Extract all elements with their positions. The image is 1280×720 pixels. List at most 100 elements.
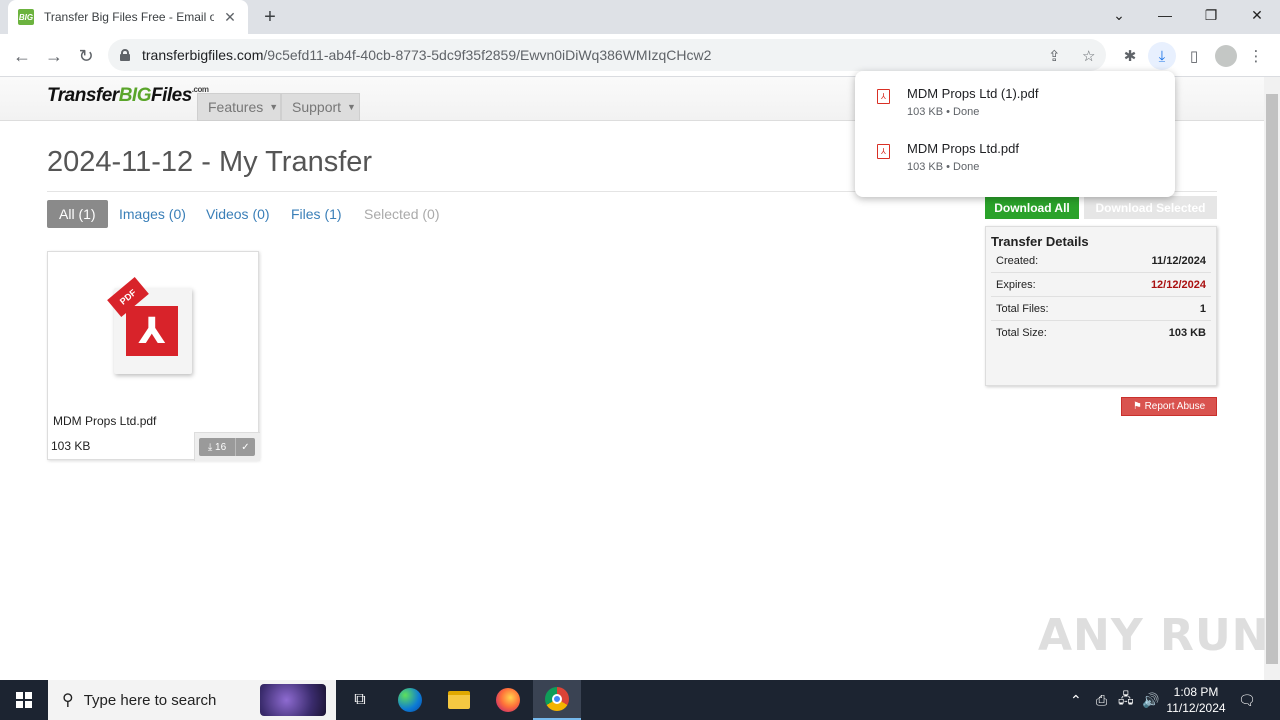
detail-label: Total Size:	[996, 327, 1047, 339]
windows-logo-icon	[16, 692, 32, 708]
site-favicon-icon: BIG	[18, 9, 34, 25]
pdf-icon: ⅄	[877, 89, 890, 104]
logo-text-big: BIG	[118, 85, 152, 106]
transfer-details-title: Transfer Details	[991, 234, 1089, 249]
filter-selected[interactable]: Selected (0)	[352, 200, 451, 228]
start-button[interactable]	[0, 680, 48, 720]
edge-logo	[398, 688, 422, 712]
pdf-file-icon: ⅄ PDF	[107, 277, 192, 374]
filter-files[interactable]: Files (1)	[279, 200, 354, 228]
download-status: 103 KB • Done	[907, 161, 980, 173]
chrome-icon[interactable]	[533, 680, 581, 720]
filter-videos[interactable]: Videos (0)	[194, 200, 282, 228]
nav-features-label: Features	[208, 99, 264, 115]
taskbar-clock[interactable]: 1:08 PM 11/12/2024	[1160, 684, 1232, 716]
share-icon[interactable]: ⇪	[1048, 47, 1061, 65]
download-all-button[interactable]: Download All	[985, 196, 1079, 219]
downloads-bubble: ⅄ MDM Props Ltd (1).pdf 103 KB • Done ⅄ …	[855, 71, 1175, 197]
device-icon[interactable]: ⎙	[1096, 680, 1107, 720]
report-abuse-button[interactable]: ⚑ Report Abuse	[1121, 397, 1217, 416]
back-button[interactable]: ←	[8, 42, 36, 70]
download-count: 16	[215, 441, 227, 453]
nav-features[interactable]: Features ▼	[197, 93, 281, 121]
detail-label: Expires:	[996, 278, 1036, 291]
detail-label: Total Files:	[996, 302, 1049, 315]
report-abuse-label: Report Abuse	[1144, 401, 1206, 412]
detail-row-total-size: Total Size: 103 KB	[991, 321, 1211, 345]
task-view-glyph: ⧉	[354, 691, 366, 708]
url-path: /9c5efd11-ab4f-40cb-8773-5dc9f35f2859/Ew…	[263, 47, 712, 63]
detail-value: 1	[1199, 302, 1206, 315]
profile-avatar-icon[interactable]	[1215, 45, 1237, 67]
url-host: transferbigfiles.com	[142, 47, 264, 63]
logo-text-transfer: Transfer	[47, 85, 119, 106]
download-item[interactable]: ⅄ MDM Props Ltd.pdf 103 KB • Done	[855, 131, 1175, 181]
browser-tab-strip: BIG Transfer Big Files Free - Email or ✕…	[0, 0, 1280, 34]
edge-icon[interactable]	[386, 680, 434, 720]
task-view-icon[interactable]: ⧉	[336, 680, 384, 720]
file-download-button[interactable]: ⤓ 16	[199, 438, 235, 456]
filter-all[interactable]: All (1)	[47, 200, 108, 228]
search-placeholder: Type here to search	[83, 691, 217, 709]
caret-down-icon: ▼	[347, 102, 356, 112]
browser-tab[interactable]: BIG Transfer Big Files Free - Email or ✕	[8, 0, 248, 34]
filter-images[interactable]: Images (0)	[107, 200, 198, 228]
file-size: 103 KB	[51, 439, 91, 453]
lock-icon	[120, 49, 130, 61]
nav-support[interactable]: Support ▼	[281, 93, 360, 121]
file-actions: ⤓ 16 ✓	[194, 432, 260, 461]
acrobat-icon: ⅄	[126, 306, 178, 356]
extensions-icon[interactable]: ✱	[1116, 42, 1144, 70]
tab-title: Transfer Big Files Free - Email or	[44, 10, 214, 24]
search-icon: ⚲	[62, 692, 74, 709]
file-name: MDM Props Ltd.pdf	[53, 414, 157, 428]
detail-label: Created:	[996, 254, 1039, 267]
windows-taskbar: ⚲ Type here to search ⧉ ⌃ ⎙ 🖧 🔊 1:08 PM …	[0, 680, 1280, 720]
network-icon[interactable]: 🖧	[1118, 680, 1134, 720]
tab-close-icon[interactable]: ✕	[222, 9, 238, 26]
notification-icon[interactable]: 🗨	[1238, 680, 1256, 720]
site-logo[interactable]: TransferBIGFiles.com	[47, 85, 209, 107]
download-item[interactable]: ⅄ MDM Props Ltd (1).pdf 103 KB • Done	[855, 76, 1175, 126]
chrome-logo	[545, 687, 569, 711]
tab-search-icon[interactable]: ⌄	[1096, 0, 1142, 30]
menu-kebab-icon[interactable]: ⋮	[1242, 42, 1270, 70]
scrollbar-thumb[interactable]	[1266, 94, 1278, 664]
new-tab-button[interactable]: +	[258, 6, 282, 28]
taskbar-search[interactable]: ⚲ Type here to search	[48, 680, 336, 720]
file-card[interactable]: ⅄ PDF MDM Props Ltd.pdf 103 KB ⤓ 16 ✓	[47, 251, 260, 461]
transfer-details-panel: Transfer Details Created: 11/12/2024 Exp…	[985, 226, 1217, 386]
firefox-icon[interactable]	[484, 680, 532, 720]
logo-text-files: Files	[150, 85, 192, 106]
page-scrollbar[interactable]	[1264, 77, 1280, 680]
download-file-name: MDM Props Ltd.pdf	[907, 141, 1019, 156]
watermark-logo: ANY RUN	[1038, 610, 1270, 661]
detail-row-created: Created: 11/12/2024	[991, 249, 1211, 273]
close-window-button[interactable]: ✕	[1234, 0, 1280, 30]
minimize-button[interactable]: —	[1142, 0, 1188, 30]
side-panel-icon[interactable]: ▯	[1180, 42, 1208, 70]
detail-value: 12/12/2024	[1150, 278, 1206, 291]
download-selected-button[interactable]: Download Selected	[1084, 196, 1217, 219]
forward-button[interactable]: →	[40, 42, 68, 70]
volume-icon[interactable]: 🔊	[1142, 680, 1159, 720]
select-checkmark-icon[interactable]: ✓	[235, 438, 255, 456]
nav-support-label: Support	[292, 99, 342, 115]
downloads-icon[interactable]: ⤓	[1148, 42, 1176, 70]
pdf-icon: ⅄	[877, 144, 890, 159]
clock-time: 1:08 PM	[1173, 685, 1219, 699]
firefox-logo	[496, 688, 520, 712]
show-hidden-icons-chevron-icon[interactable]: ⌃	[1070, 680, 1082, 720]
bookmark-star-icon[interactable]: ☆	[1082, 47, 1095, 65]
caret-down-icon: ▼	[269, 102, 279, 112]
file-explorer-icon[interactable]	[435, 680, 483, 720]
download-icon: ⤓	[207, 441, 216, 453]
clock-date: 11/12/2024	[1166, 701, 1226, 715]
folder-glyph	[448, 691, 470, 709]
search-highlight-image	[260, 684, 326, 716]
reload-button[interactable]: ↻	[72, 42, 100, 70]
download-file-name: MDM Props Ltd (1).pdf	[907, 86, 1039, 101]
restore-button[interactable]: ❐	[1188, 0, 1234, 30]
address-bar[interactable]: transferbigfiles.com/9c5efd11-ab4f-40cb-…	[108, 39, 1106, 71]
download-status: 103 KB • Done	[907, 106, 980, 118]
